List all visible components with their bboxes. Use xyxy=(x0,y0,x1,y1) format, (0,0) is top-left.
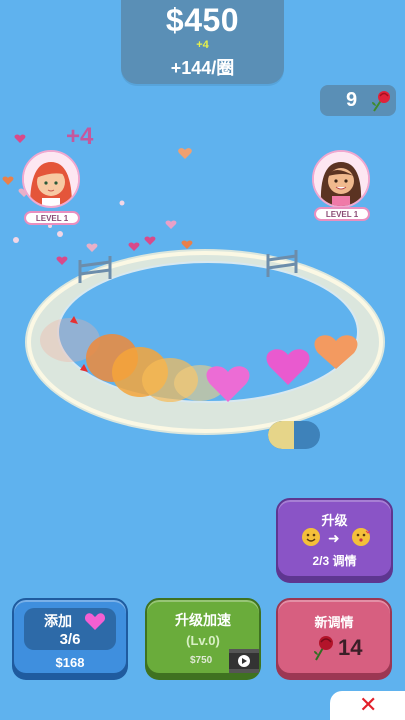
heart-icon xyxy=(84,613,106,630)
rose-icon xyxy=(314,636,333,661)
kiss-emoji-icon xyxy=(352,528,371,546)
character-avatar xyxy=(312,150,370,208)
upgrade-speed-level: (Lv.0) xyxy=(186,633,220,648)
video-ad-icon xyxy=(229,649,259,673)
new-flirt-button[interactable]: 新调情 14 xyxy=(276,598,392,675)
upgrade-match-progress: 2/3 调情 xyxy=(312,554,357,568)
speed-toggle[interactable] xyxy=(268,421,320,449)
new-flirt-title: 新调情 xyxy=(314,615,354,630)
close-icon[interactable]: ✕ xyxy=(359,694,377,716)
upgrade-speed-button[interactable]: 升级加速 (Lv.0) $750 xyxy=(145,598,261,675)
character-right[interactable]: LEVEL 1 xyxy=(312,150,370,226)
character-left[interactable]: LEVEL 1 xyxy=(22,150,80,226)
level-badge: LEVEL 1 xyxy=(314,207,370,221)
add-count: 3/6 xyxy=(59,631,81,648)
add-price: $168 xyxy=(55,655,85,670)
gain-popup: +4 xyxy=(66,123,94,150)
upgrade-match-title: 升级 xyxy=(321,513,348,528)
add-couple-button[interactable]: 添加 3/6 $168 xyxy=(12,598,128,675)
upgrade-speed-title: 升级加速 xyxy=(175,612,231,628)
add-label: 添加 xyxy=(44,613,72,629)
smile-emoji-icon xyxy=(302,528,320,546)
character-avatar xyxy=(22,150,80,208)
level-badge: LEVEL 1 xyxy=(24,211,80,225)
upgrade-match-button[interactable]: 升级 ➜ 2/3 调情 xyxy=(276,498,393,578)
close-ad-tab[interactable]: ✕ xyxy=(330,691,405,720)
new-flirt-cost: 14 xyxy=(338,635,363,660)
arrow-right-icon: ➜ xyxy=(328,530,340,546)
upgrade-speed-price: $750 xyxy=(190,655,213,666)
